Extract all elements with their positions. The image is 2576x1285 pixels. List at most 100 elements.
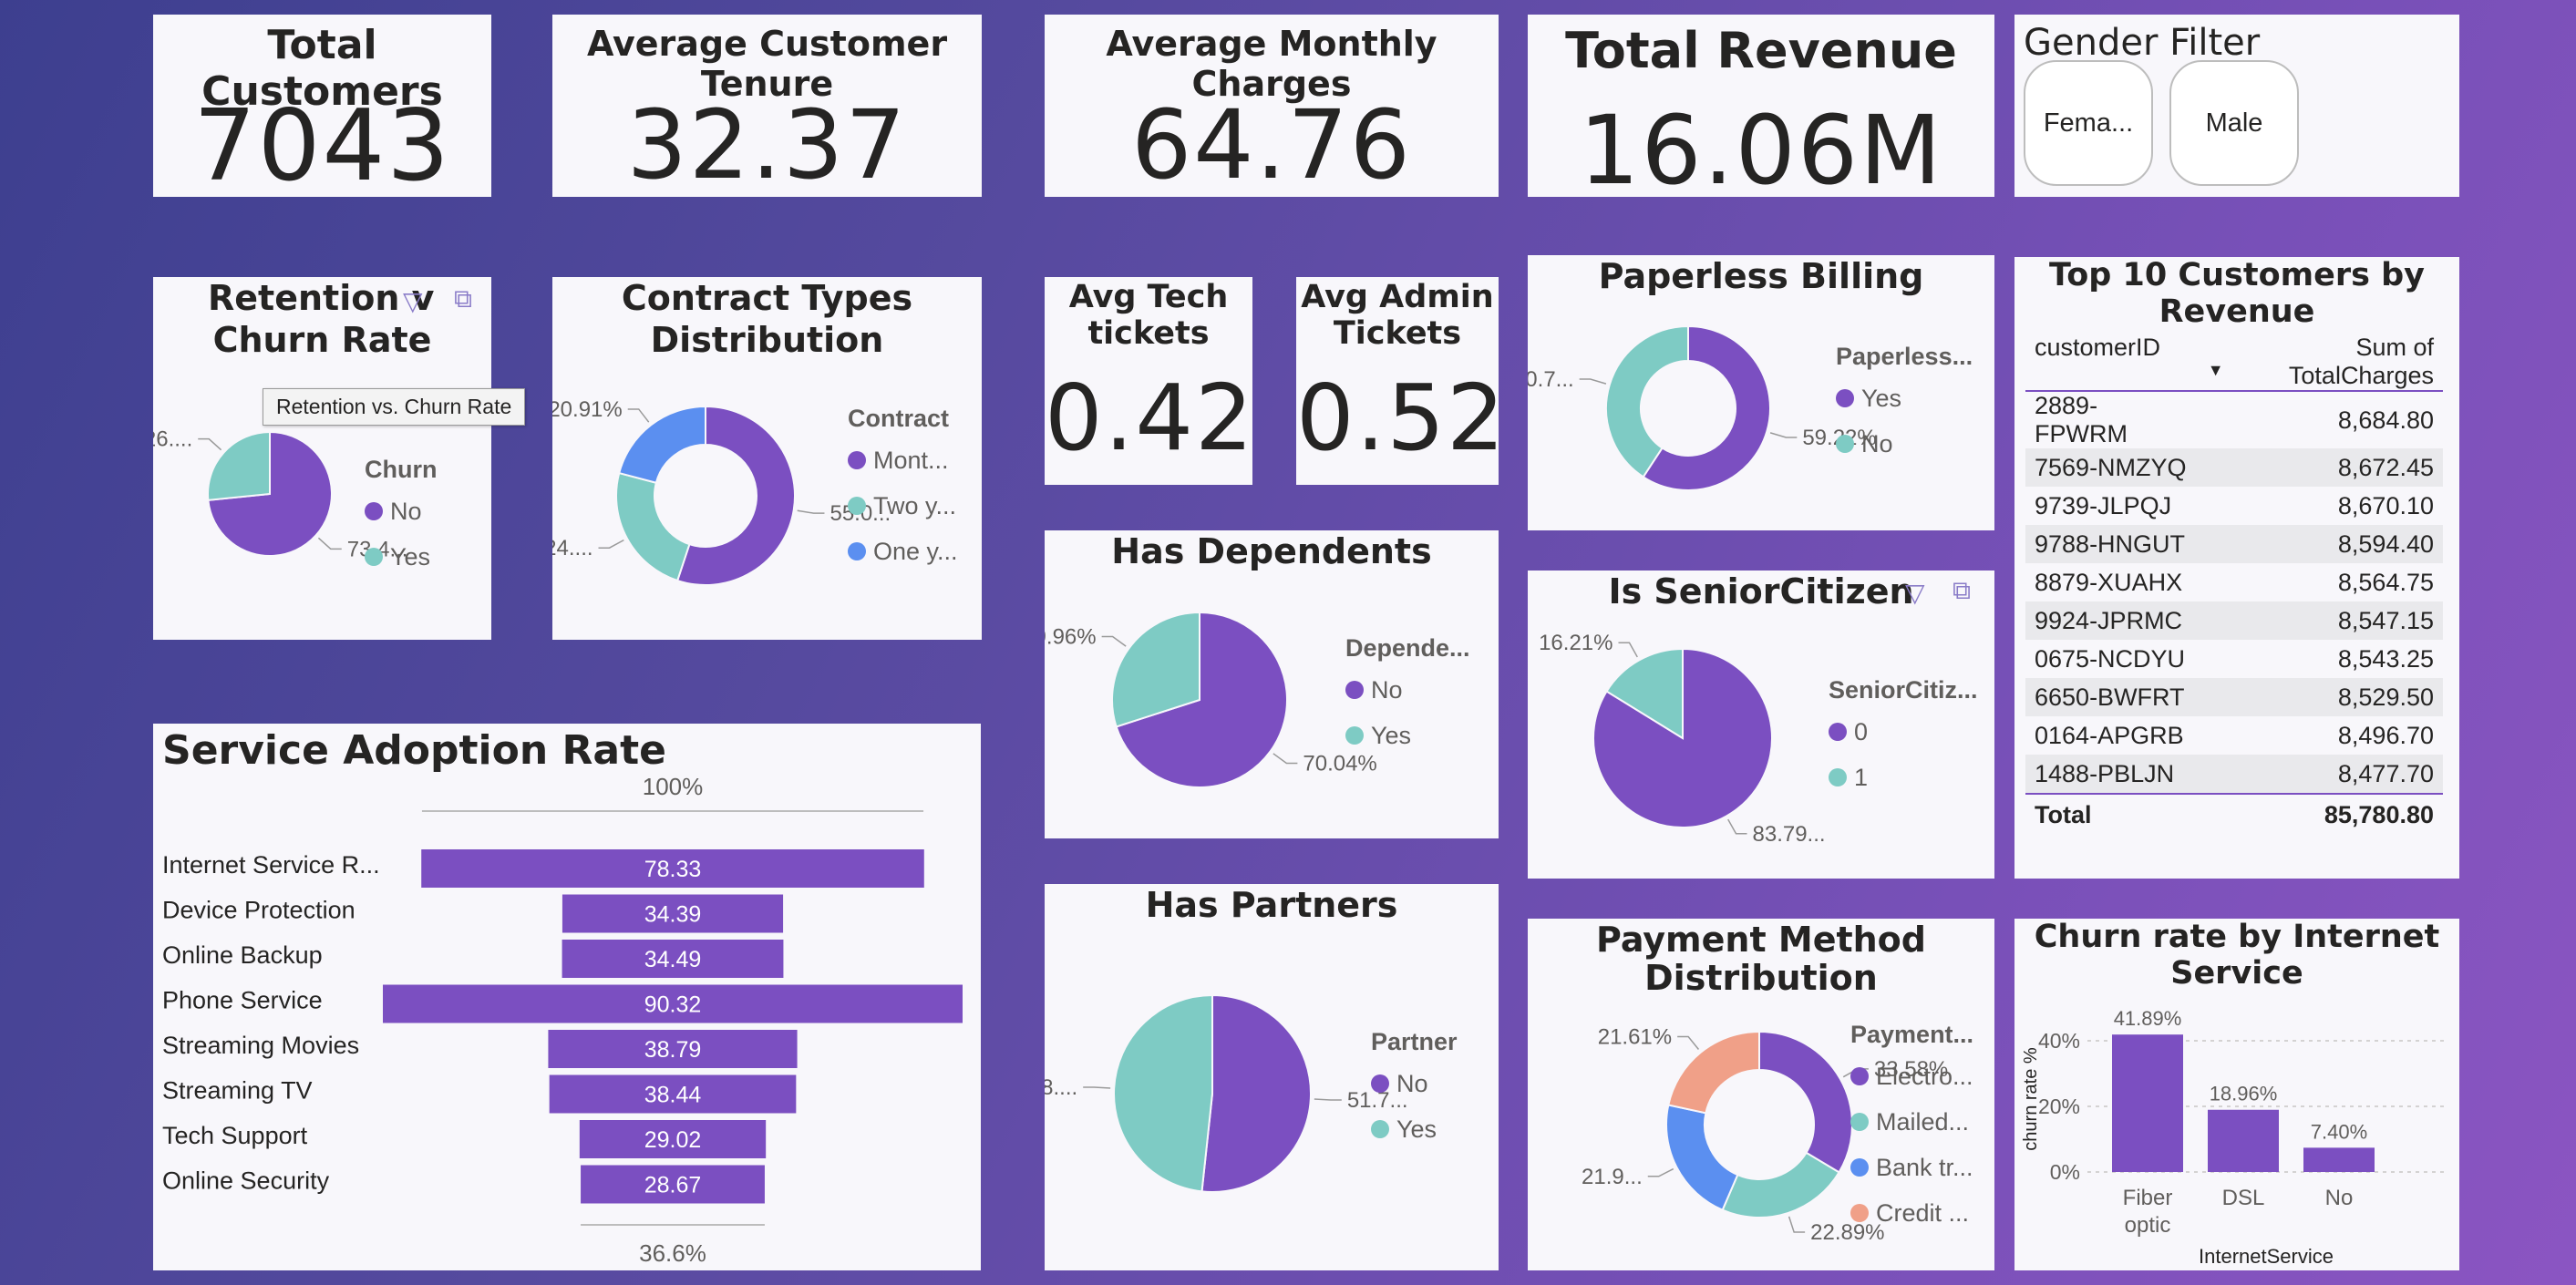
funnel-category-label: Tech Support: [162, 1122, 308, 1149]
legend-marker[interactable]: [1829, 768, 1847, 786]
legend-marker[interactable]: [1371, 1120, 1389, 1138]
data-label: 24....: [552, 536, 593, 560]
legend-marker[interactable]: [1850, 1067, 1869, 1085]
legend-label[interactable]: Electro...: [1876, 1063, 1973, 1090]
bar[interactable]: [2303, 1147, 2375, 1172]
legend-label[interactable]: No: [1861, 430, 1893, 457]
kpi-title: Avg Admin: [1301, 279, 1494, 315]
legend-label[interactable]: No: [1371, 676, 1403, 704]
pie-slice[interactable]: [1113, 993, 1213, 1193]
table-row[interactable]: 9924-JPRMC 8,547.15: [2025, 601, 2443, 640]
pie-slice[interactable]: [615, 471, 691, 582]
filter-icon[interactable]: ▽: [1905, 578, 1925, 608]
table-row[interactable]: 9788-HNGUT 8,594.40: [2025, 525, 2443, 563]
legend-label[interactable]: No: [1396, 1070, 1428, 1097]
funnel-bottom-label: 36.6%: [639, 1239, 706, 1267]
pie-slice[interactable]: [1665, 1104, 1739, 1212]
customer-id-cell: 8879-XUAHX: [2035, 568, 2183, 596]
legend-marker[interactable]: [1850, 1204, 1869, 1222]
legend-label[interactable]: Two y...: [873, 492, 956, 519]
legend-label[interactable]: Mont...: [873, 447, 949, 474]
legend-label[interactable]: No: [390, 498, 422, 525]
legend-marker[interactable]: [1345, 681, 1364, 699]
data-label: 26....: [153, 427, 192, 452]
legend-label[interactable]: Bank tr...: [1876, 1154, 1973, 1181]
legend-label[interactable]: Yes: [1371, 722, 1411, 749]
x-axis-label: InternetService: [2199, 1245, 2334, 1268]
legend-title: Contract: [848, 405, 949, 432]
legend-marker[interactable]: [365, 502, 383, 520]
table-row[interactable]: 0164-APGRB 8,496.70: [2025, 716, 2443, 755]
legend-marker[interactable]: [1836, 435, 1854, 453]
funnel-value-label: 78.33: [644, 857, 702, 882]
legend-marker[interactable]: [1345, 726, 1364, 745]
pie-slice[interactable]: [1758, 1030, 1853, 1174]
leader-line: [1618, 642, 1638, 658]
pie-slice[interactable]: [1667, 1030, 1760, 1115]
column-header[interactable]: customerID: [2025, 334, 2199, 391]
table-row[interactable]: 9739-JLPQJ 8,670.10: [2025, 487, 2443, 525]
total-charges-cell: 8,670.10: [2337, 491, 2434, 519]
gender-filter-card: Gender Filter Fema... Male: [2014, 15, 2459, 197]
legend-title: Depende...: [1345, 634, 1470, 662]
table-row[interactable]: 7569-NMZYQ 8,672.45: [2025, 448, 2443, 487]
data-label: 70.04%: [1303, 751, 1376, 776]
contract-types-card: Contract Types Distribution 55.0...24...…: [552, 277, 982, 640]
leader-line: [1727, 818, 1747, 835]
data-label: 21.9...: [1582, 1165, 1643, 1189]
kpi-value: 0.42: [1045, 365, 1252, 471]
table-row[interactable]: 8879-XUAHX 8,564.75: [2025, 563, 2443, 601]
leader-line: [627, 408, 650, 423]
total-charges-cell: 8,594.40: [2337, 529, 2434, 558]
pie-slice[interactable]: [1721, 1151, 1840, 1218]
legend-marker[interactable]: [1371, 1074, 1389, 1093]
kpi-title: tickets: [1087, 315, 1210, 352]
legend-label[interactable]: Yes: [390, 543, 430, 571]
legend-marker[interactable]: [848, 497, 866, 515]
total-revenue-card: Total Revenue 16.06M: [1528, 15, 1994, 197]
customer-id-cell: 0164-APGRB: [2035, 721, 2184, 749]
table-row[interactable]: 0675-NCDYU 8,543.25: [2025, 640, 2443, 678]
legend-marker[interactable]: [1850, 1158, 1869, 1177]
legend-marker[interactable]: [848, 542, 866, 560]
funnel-category-label: Device Protection: [162, 897, 355, 924]
legend-label[interactable]: Credit ...: [1876, 1199, 1969, 1227]
gender-option-female[interactable]: Fema...: [2024, 60, 2153, 186]
service-adoption-card: Service Adoption Rate 100% Internet Servi…: [153, 724, 981, 1270]
focus-mode-icon[interactable]: ⧉: [1953, 576, 1971, 606]
legend-marker[interactable]: [1850, 1113, 1869, 1131]
legend-label[interactable]: Yes: [1396, 1115, 1437, 1143]
pie-slice[interactable]: [207, 430, 271, 501]
legend-title: Partner: [1371, 1028, 1458, 1055]
top10-card: Top 10 Customers by Revenue customerID S…: [2014, 257, 2459, 879]
bar-chart: 0% 20% 40%churn rate % 41.89% Fiber optic 18.9…: [2021, 1007, 2445, 1268]
legend-marker[interactable]: [848, 451, 866, 469]
chart-paperless: 59.22%40.7...Paperless...YesNo: [1528, 324, 1973, 491]
legend-marker[interactable]: [1829, 723, 1847, 741]
funnel-chart: 100% Internet Service R... 78.33 Device Pro…: [162, 775, 963, 1267]
column-header[interactable]: Sum of TotalCharges ▼: [2199, 334, 2443, 391]
legend-label[interactable]: Yes: [1861, 385, 1901, 412]
pie-slice[interactable]: [1200, 993, 1312, 1193]
bar[interactable]: [2112, 1034, 2183, 1172]
legend-label[interactable]: One y...: [873, 538, 958, 565]
pie-slice[interactable]: [617, 405, 706, 484]
bar[interactable]: [2208, 1109, 2279, 1172]
legend-label[interactable]: Mailed...: [1876, 1108, 1969, 1136]
focus-mode-icon[interactable]: ⧉: [454, 284, 472, 314]
legend-label[interactable]: 0: [1854, 718, 1868, 745]
gender-option-male[interactable]: Male: [2169, 60, 2299, 186]
chart-payment: 33.58%22.89%21.9...21.61% Payment...Elect…: [1582, 1021, 1973, 1245]
avg-tenure-card: Average Customer Tenure 32.37: [552, 15, 982, 197]
funnel-value-label: 29.02: [644, 1127, 702, 1153]
legend-marker[interactable]: [1836, 389, 1854, 407]
leader-line: [797, 509, 825, 514]
table-header-row: customerID Sum of TotalCharges ▼: [2025, 334, 2443, 391]
bar-value-label: 18.96%: [2210, 1083, 2278, 1105]
legend-label[interactable]: 1: [1854, 764, 1868, 791]
filter-icon[interactable]: ▽: [403, 286, 423, 316]
table-row[interactable]: 2889-FPWRM 8,684.80: [2025, 391, 2443, 448]
table-row[interactable]: 6650-BWFRT 8,529.50: [2025, 678, 2443, 716]
legend-marker[interactable]: [365, 548, 383, 566]
table-row[interactable]: 1488-PBLJN 8,477.70: [2025, 755, 2443, 794]
